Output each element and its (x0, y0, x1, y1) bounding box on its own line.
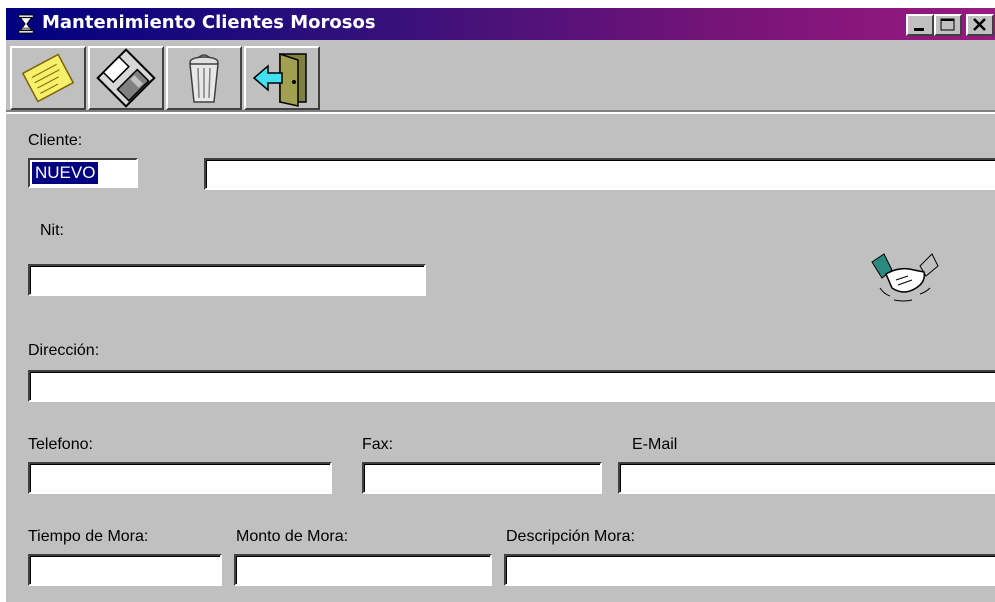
monto-mora-field[interactable] (234, 554, 492, 586)
exit-door-icon (252, 52, 307, 107)
tiempo-mora-label: Tiempo de Mora: (28, 528, 149, 545)
cliente-code-value: NUEVO (30, 161, 100, 185)
direccion-field[interactable] (28, 370, 995, 402)
fax-field[interactable] (362, 462, 602, 494)
minimize-button[interactable] (906, 14, 934, 36)
fax-label: Fax: (362, 436, 394, 453)
handshake-icon (871, 253, 939, 302)
floppy-disk-icon (96, 48, 156, 108)
toolbar-separator (6, 110, 995, 114)
telefono-label: Telefono: (28, 436, 93, 453)
email-field[interactable] (618, 462, 995, 494)
email-label: E-Mail (632, 436, 678, 453)
maximize-icon (940, 18, 955, 31)
hourglass-icon (18, 14, 34, 34)
cliente-name-field[interactable] (204, 158, 995, 190)
cliente-label: Cliente: (28, 132, 83, 149)
sticky-note-icon (21, 53, 75, 103)
minimize-icon (914, 28, 924, 31)
exit-tool-button[interactable] (244, 46, 320, 110)
close-button[interactable] (966, 14, 994, 36)
client-maintenance-window: Mantenimiento Clientes Morosos Cliente: … (6, 8, 995, 602)
save-tool-button[interactable] (88, 46, 164, 110)
close-icon (973, 18, 986, 31)
nit-field[interactable] (28, 264, 426, 296)
notes-tool-button[interactable] (10, 46, 86, 110)
nit-label: Nit: (40, 222, 64, 239)
descripcion-mora-field[interactable] (504, 554, 995, 586)
trash-can-icon (189, 54, 219, 103)
tiempo-mora-field[interactable] (28, 554, 222, 586)
toolbar (6, 44, 995, 110)
maximize-button[interactable] (934, 14, 962, 36)
telefono-field[interactable] (28, 462, 332, 494)
descripcion-mora-label: Descripción Mora: (506, 528, 635, 545)
title-bar[interactable]: Mantenimiento Clientes Morosos (6, 8, 995, 40)
monto-mora-label: Monto de Mora: (236, 528, 349, 545)
delete-tool-button[interactable] (166, 46, 242, 110)
window-title: Mantenimiento Clientes Morosos (42, 12, 376, 33)
direccion-label: Dirección: (28, 342, 100, 359)
cliente-code-field[interactable]: NUEVO (28, 158, 138, 188)
